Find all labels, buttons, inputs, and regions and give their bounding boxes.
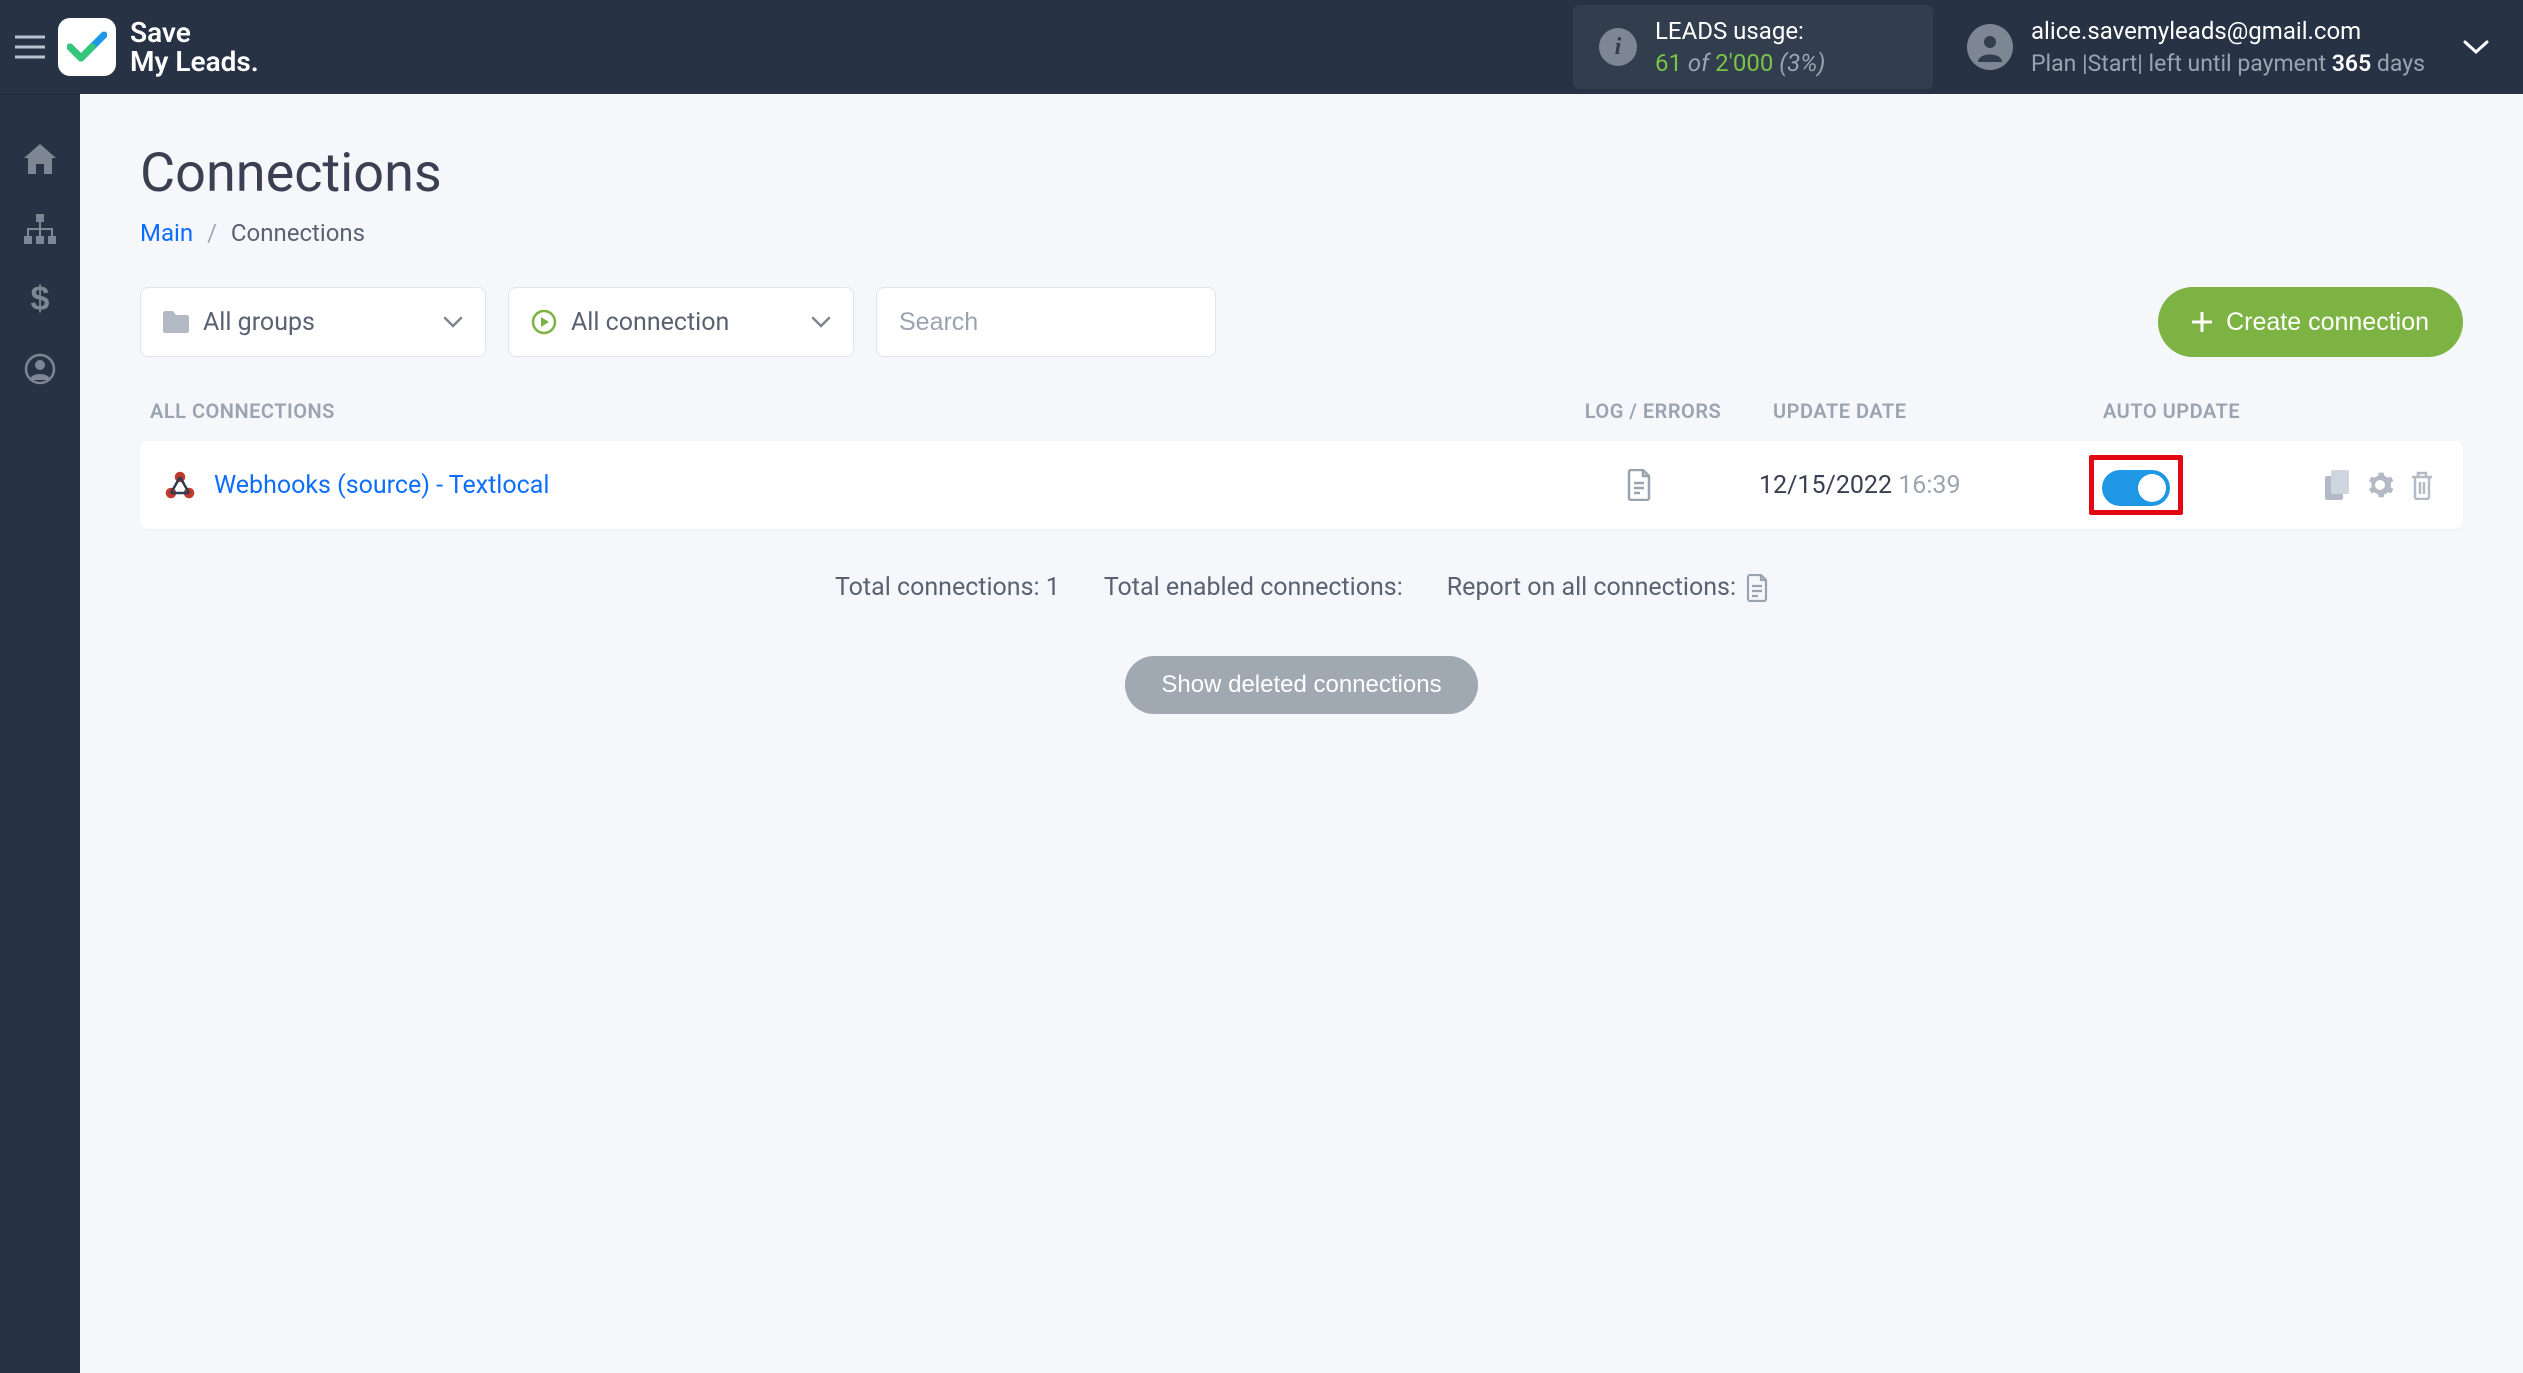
usage-text: LEADS usage: 61 of 2'000 (3%)	[1655, 15, 1825, 80]
breadcrumb-current: Connections	[231, 219, 365, 247]
folder-icon	[163, 311, 189, 333]
groups-select[interactable]: All groups	[140, 287, 486, 357]
col-header-all: All connections	[150, 399, 1553, 423]
account-email: alice.savemyleads@gmail.com	[2031, 15, 2425, 47]
copy-icon[interactable]	[2321, 468, 2355, 502]
highlight-box	[2089, 455, 2183, 515]
logo-mark-icon	[58, 18, 116, 76]
account-dropdown-chevron-icon[interactable]	[2453, 29, 2499, 65]
play-circle-icon	[531, 309, 557, 335]
summary-enabled: Total enabled connections:	[1104, 573, 1403, 602]
topbar: Save My Leads i LEADS usage: 61 of 2'000…	[0, 0, 2523, 94]
brand-name: Save My Leads	[130, 18, 259, 77]
connection-row: Webhooks (source) - Textlocal 12/15/2022…	[140, 441, 2463, 529]
sidebar-item-home[interactable]	[10, 129, 70, 189]
trash-icon[interactable]	[2405, 468, 2439, 502]
sidebar-item-billing[interactable]: $	[10, 269, 70, 329]
report-document-icon[interactable]	[1746, 574, 1768, 602]
search-box[interactable]	[876, 287, 1216, 357]
breadcrumb-main-link[interactable]: Main	[140, 219, 193, 247]
chevron-down-icon	[443, 316, 463, 328]
sidebar-item-account[interactable]	[10, 339, 70, 399]
connection-date: 12/15/2022 16:39	[1739, 471, 2059, 500]
sidebar: $	[0, 94, 80, 1373]
gear-icon[interactable]	[2363, 468, 2397, 502]
account-box[interactable]: alice.savemyleads@gmail.com Plan |Start|…	[1967, 15, 2425, 78]
chevron-down-icon	[811, 316, 831, 328]
summary-row: Total connections: 1 Total enabled conne…	[140, 573, 2463, 602]
log-document-icon[interactable]	[1626, 469, 1652, 501]
search-input[interactable]	[899, 308, 1193, 337]
brand-logo[interactable]: Save My Leads	[58, 18, 259, 77]
page-title: Connections	[140, 142, 2463, 205]
main-content: Connections Main / Connections All group…	[80, 94, 2523, 1373]
info-icon: i	[1599, 28, 1637, 66]
col-header-auto: Auto update	[2073, 399, 2293, 423]
account-plan: Plan |Start| left until payment 365 days	[2031, 48, 2425, 79]
plus-icon	[2192, 312, 2212, 332]
connection-name-link[interactable]: Webhooks (source) - Textlocal	[214, 471, 549, 500]
table-header: All connections Log / Errors Update date…	[140, 399, 2463, 441]
summary-total: Total connections: 1	[835, 573, 1060, 602]
hamburger-menu-icon[interactable]	[8, 25, 52, 69]
status-select[interactable]: All connection	[508, 287, 854, 357]
breadcrumb: Main / Connections	[140, 219, 2463, 247]
filters-row: All groups All connection	[140, 287, 2463, 357]
sidebar-item-connections[interactable]	[10, 199, 70, 259]
avatar-icon	[1967, 24, 2013, 70]
webhook-icon	[164, 469, 196, 501]
col-header-log: Log / Errors	[1553, 399, 1753, 423]
usage-box[interactable]: i LEADS usage: 61 of 2'000 (3%)	[1573, 5, 1933, 90]
summary-report: Report on all connections:	[1447, 573, 1768, 602]
create-connection-button[interactable]: Create connection	[2158, 287, 2463, 357]
svg-text:$: $	[31, 282, 50, 316]
show-deleted-button[interactable]: Show deleted connections	[1125, 656, 1477, 714]
auto-update-toggle[interactable]	[2102, 470, 2170, 506]
col-header-date: Update date	[1753, 399, 2073, 423]
